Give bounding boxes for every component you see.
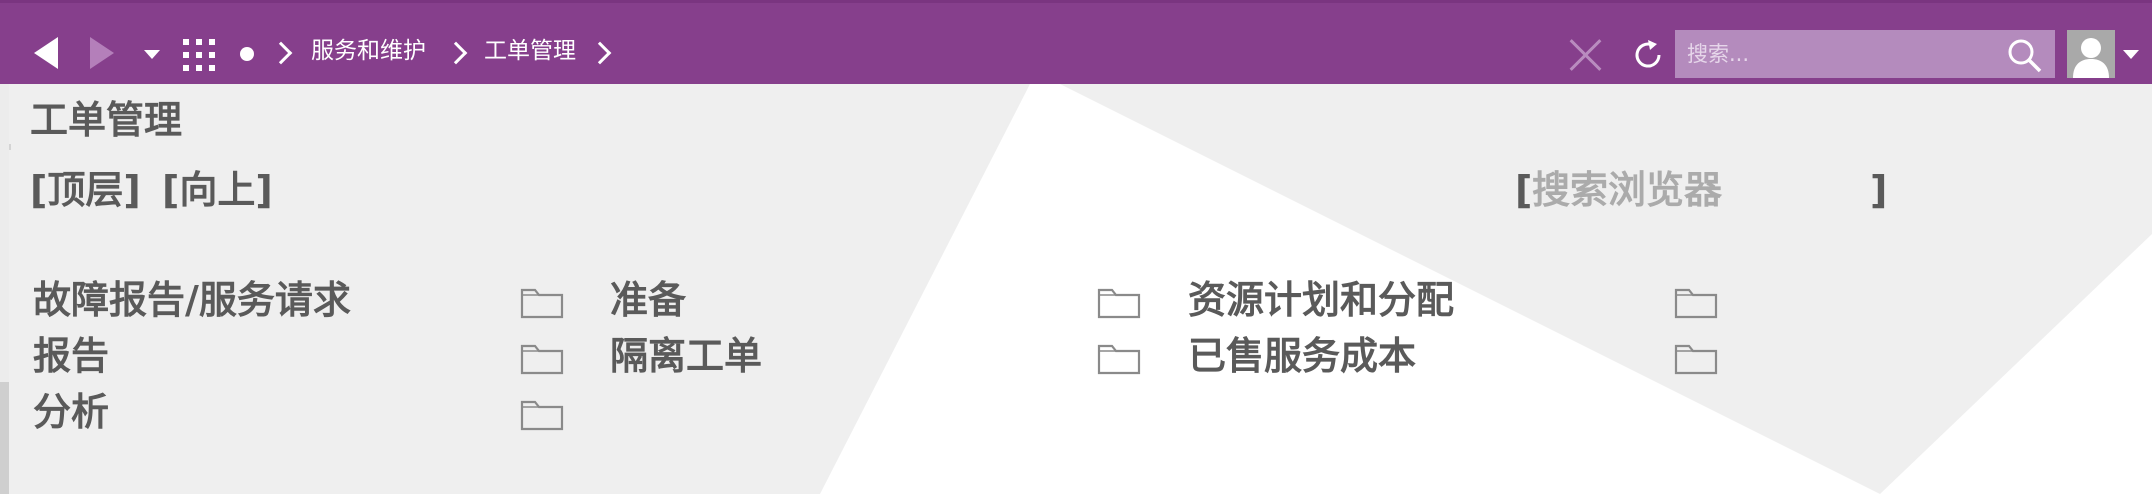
folder-icon[interactable] xyxy=(1674,285,1718,319)
browser-search-bracket-close: ] xyxy=(1870,168,1888,212)
up-level-link[interactable]: [向上] xyxy=(162,166,273,214)
folder-icon[interactable] xyxy=(520,341,564,375)
home-dot-icon[interactable] xyxy=(240,47,254,61)
chevron-right-icon xyxy=(588,41,612,65)
browser-search-field[interactable]: 搜索浏览器 xyxy=(1532,166,1722,214)
search-icon[interactable] xyxy=(2005,36,2045,76)
menu-item-resource-planning[interactable]: 资源计划和分配 xyxy=(1188,276,1454,324)
refresh-icon[interactable] xyxy=(1630,37,1666,73)
arrow-right-icon[interactable] xyxy=(90,37,114,69)
search-input[interactable] xyxy=(1675,30,2055,78)
top-toolbar: 服务和维护 工单管理 xyxy=(0,0,2152,84)
menu-item-reports[interactable]: 报告 xyxy=(33,332,109,380)
menu-item-isolation-work-order[interactable]: 隔离工单 xyxy=(610,332,762,380)
folder-icon[interactable] xyxy=(1097,285,1141,319)
menu-item-cost-of-services-sold[interactable]: 已售服务成本 xyxy=(1188,332,1416,380)
browser-search-bracket-open: [ xyxy=(1515,168,1533,212)
chevron-right-icon xyxy=(269,41,293,65)
arrow-left-icon[interactable] xyxy=(34,37,58,69)
user-caret-down-icon[interactable] xyxy=(2123,50,2139,59)
breadcrumb-item-service[interactable]: 服务和维护 xyxy=(311,36,426,66)
folder-icon[interactable] xyxy=(1674,341,1718,375)
main-content: 工单管理 [顶层] [向上] [ 搜索浏览器 ] 故障报告/服务请求 报告 分析… xyxy=(0,84,2152,494)
history-caret-down-icon[interactable] xyxy=(144,50,160,59)
menu-item-preparation[interactable]: 准备 xyxy=(610,276,686,324)
close-icon[interactable] xyxy=(1567,36,1605,74)
grid-icon[interactable] xyxy=(183,39,215,71)
chevron-right-icon xyxy=(444,41,468,65)
page-title: 工单管理 xyxy=(30,98,183,142)
folder-icon[interactable] xyxy=(520,285,564,319)
breadcrumb-item-work-orders[interactable]: 工单管理 xyxy=(484,36,576,66)
left-edge-mark xyxy=(9,144,11,150)
avatar-icon[interactable] xyxy=(2067,30,2115,78)
menu-item-fault-report[interactable]: 故障报告/服务请求 xyxy=(33,276,351,324)
menu-item-analysis[interactable]: 分析 xyxy=(33,388,109,436)
left-edge-shadow xyxy=(0,382,9,494)
top-level-link[interactable]: [顶层] xyxy=(30,166,141,214)
folder-icon[interactable] xyxy=(1097,341,1141,375)
folder-icon[interactable] xyxy=(520,397,564,431)
